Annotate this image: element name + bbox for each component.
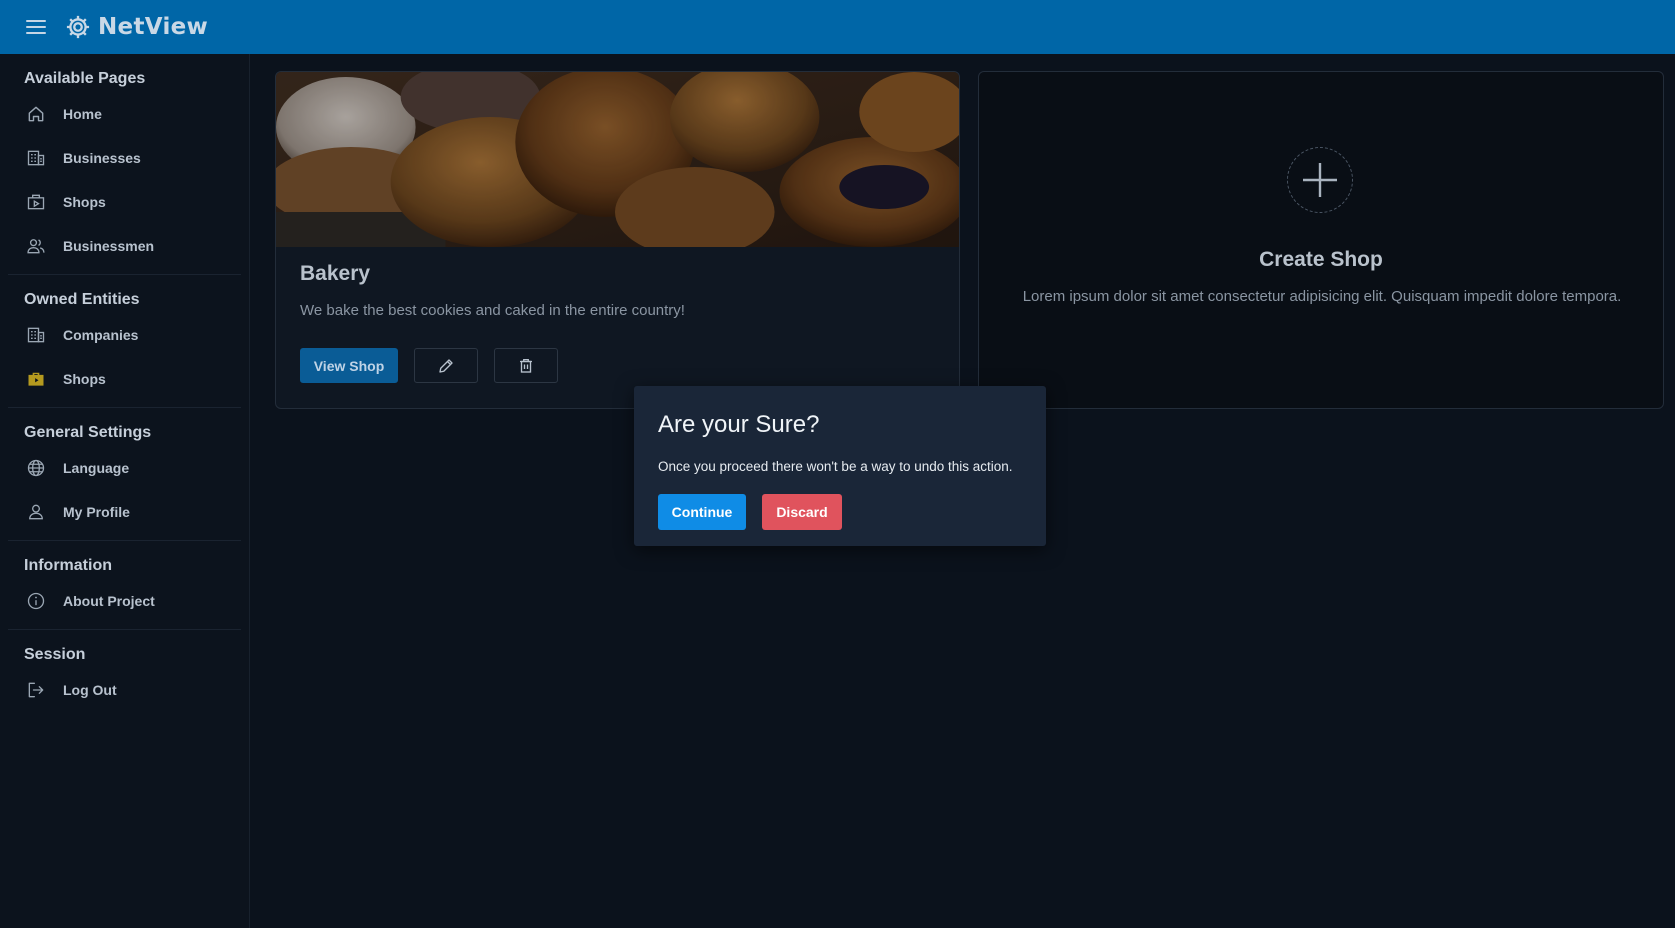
create-shop-button[interactable] bbox=[1287, 147, 1353, 213]
trash-icon bbox=[520, 358, 532, 373]
user-icon bbox=[24, 500, 48, 524]
plus-icon bbox=[1303, 163, 1337, 197]
users-icon bbox=[24, 234, 48, 258]
discard-button[interactable]: Discard bbox=[762, 494, 842, 530]
sidebar-item-language[interactable]: Language bbox=[8, 446, 241, 490]
create-shop-description: Lorem ipsum dolor sit amet consectetur a… bbox=[1022, 288, 1622, 305]
sidebar-item-label: Shops bbox=[63, 371, 106, 387]
delete-shop-button[interactable] bbox=[494, 348, 558, 383]
nav-heading: Information bbox=[24, 557, 112, 574]
sidebar-item-label: Businesses bbox=[63, 150, 141, 166]
dialog-message: Once you proceed there won't be a way to… bbox=[658, 459, 1013, 474]
globe-icon bbox=[24, 456, 48, 480]
nav-section-available-pages: Available Pages Home Businesses Shops Bu… bbox=[8, 54, 241, 275]
shop-icon bbox=[24, 190, 48, 214]
view-shop-button[interactable]: View Shop bbox=[300, 348, 398, 383]
hamburger-menu-icon[interactable] bbox=[26, 20, 46, 34]
nav-section-information: Information About Project bbox=[8, 541, 241, 630]
create-shop-title: Create Shop bbox=[1259, 248, 1383, 271]
gear-logo-icon bbox=[66, 15, 90, 39]
create-shop-card[interactable]: Create Shop Lorem ipsum dolor sit amet c… bbox=[978, 71, 1664, 409]
sidebar-item-businesses[interactable]: Businesses bbox=[8, 136, 241, 180]
nav-section-session: Session Log Out bbox=[8, 630, 241, 718]
briefcase-icon bbox=[24, 367, 48, 391]
app-name: NetView bbox=[98, 14, 209, 40]
shop-card: Bakery We bake the best cookies and cake… bbox=[275, 71, 960, 409]
sidebar-item-shops[interactable]: Shops bbox=[8, 180, 241, 224]
pencil-icon bbox=[439, 358, 453, 373]
sidebar-item-label: Shops bbox=[63, 194, 106, 210]
sidebar-item-label: Home bbox=[63, 106, 102, 122]
sidebar-item-companies[interactable]: Companies bbox=[8, 313, 241, 357]
nav-heading: Available Pages bbox=[24, 70, 146, 87]
sidebar-item-label: My Profile bbox=[63, 504, 130, 520]
sidebar-item-label: Language bbox=[63, 460, 130, 476]
nav-heading: General Settings bbox=[24, 424, 152, 441]
building-icon bbox=[24, 146, 48, 170]
sidebar-item-about-project[interactable]: About Project bbox=[8, 579, 241, 623]
sidebar-item-businessmen[interactable]: Businessmen bbox=[8, 224, 241, 268]
sidebar-item-label: About Project bbox=[63, 593, 155, 609]
sidebar-item-home[interactable]: Home bbox=[8, 92, 241, 136]
confirm-dialog: Are your Sure? Once you proceed there wo… bbox=[634, 386, 1046, 546]
sidebar-item-my-profile[interactable]: My Profile bbox=[8, 490, 241, 534]
shop-description: We bake the best cookies and caked in th… bbox=[300, 302, 685, 319]
sidebar-item-label: Companies bbox=[63, 327, 139, 343]
sidebar-item-label: Log Out bbox=[63, 682, 117, 698]
shop-image bbox=[276, 72, 959, 247]
top-app-bar: NetView bbox=[0, 0, 1675, 54]
shop-title: Bakery bbox=[300, 262, 371, 285]
building-icon bbox=[24, 323, 48, 347]
sidebar-item-log-out[interactable]: Log Out bbox=[8, 668, 241, 712]
nav-section-owned-entities: Owned Entities Companies Shops bbox=[8, 275, 241, 408]
brand-logo[interactable]: NetView bbox=[64, 13, 208, 41]
sidebar-item-label: Businessmen bbox=[63, 238, 155, 254]
home-icon bbox=[24, 102, 48, 126]
continue-button[interactable]: Continue bbox=[658, 494, 746, 530]
nav-heading: Owned Entities bbox=[24, 291, 140, 308]
nav-heading: Session bbox=[24, 646, 86, 663]
sidebar-item-owned-shops[interactable]: Shops bbox=[8, 357, 241, 401]
dialog-title: Are your Sure? bbox=[658, 411, 820, 438]
edit-shop-button[interactable] bbox=[414, 348, 478, 383]
nav-section-general-settings: General Settings Language My Profile bbox=[8, 408, 241, 541]
sidebar: Available Pages Home Businesses Shops Bu… bbox=[0, 54, 250, 928]
logout-icon bbox=[24, 678, 48, 702]
info-icon bbox=[24, 589, 48, 613]
